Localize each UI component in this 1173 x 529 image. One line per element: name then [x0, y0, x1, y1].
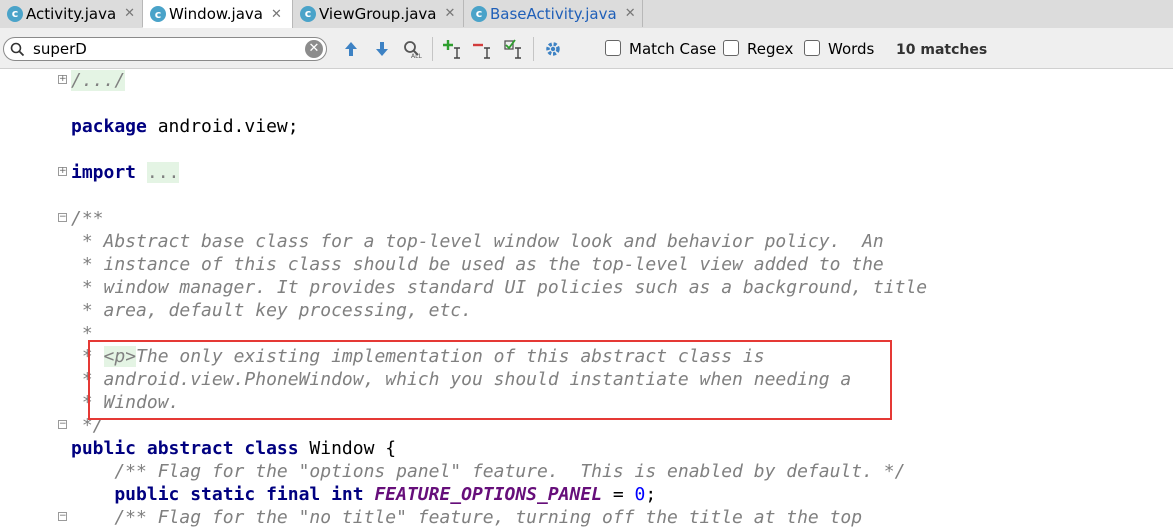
match-case-checkbox[interactable]: [605, 40, 621, 56]
search-input[interactable]: superD: [33, 40, 87, 58]
search-field[interactable]: superD ✕: [3, 37, 327, 61]
search-icon[interactable]: [9, 41, 25, 57]
words-checkbox[interactable]: [804, 40, 820, 56]
code-line: /.../: [71, 70, 126, 91]
toolbar-separator: [432, 37, 433, 61]
match-count: 10 matches: [896, 42, 988, 58]
code-line: * window manager. It provides standard U…: [71, 277, 928, 298]
tab-label: ViewGroup.java: [319, 4, 437, 23]
select-all-occurrences-icon[interactable]: [503, 38, 525, 60]
toolbar-separator: [533, 37, 534, 61]
code-line: * instance of this class should be used …: [71, 254, 884, 275]
code-editor[interactable]: + /.../ package android.view; + import .…: [0, 69, 1173, 528]
code-line: package android.view;: [71, 116, 299, 137]
svg-text:ALL: ALL: [411, 53, 422, 59]
tab-baseactivity-java[interactable]: c BaseActivity.java ✕: [464, 0, 643, 27]
find-toolbar: superD ✕ ALL Match Case Regex Words 10 m…: [0, 28, 1173, 69]
code-line: * area, default key processing, etc.: [71, 300, 472, 321]
java-class-icon: c: [150, 6, 166, 22]
tab-label: Activity.java: [26, 4, 117, 23]
tab-label: BaseActivity.java: [490, 4, 617, 23]
editor-tab-bar: c Activity.java ✕ c Window.java ✕ c View…: [0, 0, 1173, 29]
tab-viewgroup-java[interactable]: c ViewGroup.java ✕: [293, 0, 464, 27]
regex-checkbox[interactable]: [723, 40, 739, 56]
fold-expand-icon[interactable]: +: [58, 167, 67, 176]
fold-collapse-icon[interactable]: −: [58, 213, 67, 222]
code-line: /** Flag for the "options panel" feature…: [71, 461, 906, 482]
words-label[interactable]: Words: [828, 40, 874, 58]
close-icon[interactable]: ✕: [625, 6, 636, 21]
editor-gutter: [0, 69, 56, 527]
java-class-icon: c: [7, 5, 23, 22]
regex-label[interactable]: Regex: [747, 40, 793, 58]
code-line: /** Flag for the "no title" feature, tur…: [71, 507, 863, 528]
java-class-icon: c: [300, 5, 316, 22]
code-line: public abstract class Window {: [71, 438, 397, 459]
code-line: /**: [71, 208, 104, 229]
code-line: import ...: [71, 162, 180, 183]
code-line: * Abstract base class for a top-level wi…: [71, 231, 884, 252]
next-occurrence-icon[interactable]: [371, 38, 393, 60]
fold-end-icon[interactable]: −: [58, 420, 67, 429]
close-icon[interactable]: ✕: [124, 6, 135, 21]
add-occurrence-icon[interactable]: [442, 38, 464, 60]
remove-occurrence-icon[interactable]: [472, 38, 494, 60]
java-class-icon: c: [471, 5, 487, 22]
tab-label: Window.java: [169, 5, 263, 23]
fold-expand-icon[interactable]: +: [58, 75, 67, 84]
tab-activity-java[interactable]: c Activity.java ✕: [0, 0, 143, 27]
previous-occurrence-icon[interactable]: [340, 38, 362, 60]
find-all-icon[interactable]: ALL: [401, 38, 423, 60]
fold-collapse-icon[interactable]: −: [58, 512, 67, 521]
highlight-annotation-box: [88, 340, 892, 420]
tab-window-java[interactable]: c Window.java ✕: [143, 0, 293, 28]
code-line: public static final int FEATURE_OPTIONS_…: [71, 484, 657, 505]
close-icon[interactable]: ✕: [444, 6, 455, 21]
settings-gear-icon[interactable]: [542, 38, 564, 60]
match-case-label[interactable]: Match Case: [629, 40, 716, 58]
close-icon[interactable]: ✕: [271, 7, 282, 22]
clear-search-icon[interactable]: ✕: [305, 40, 323, 58]
